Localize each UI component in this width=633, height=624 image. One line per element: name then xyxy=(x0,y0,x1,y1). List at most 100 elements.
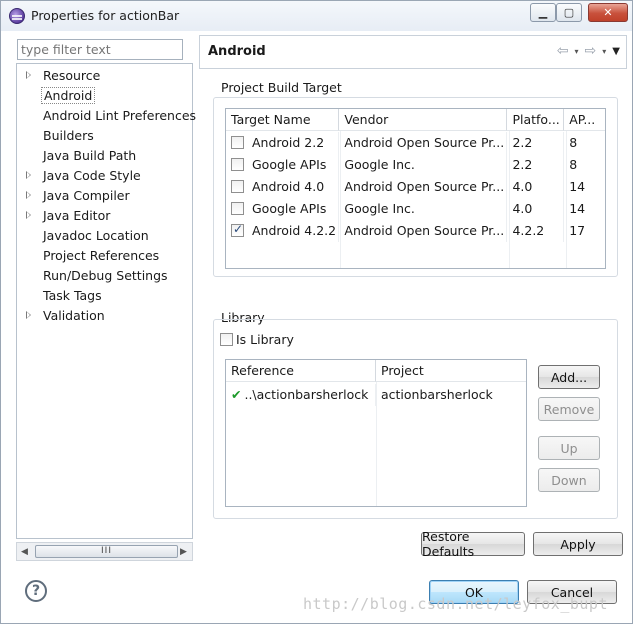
tree-item-label: Java Build Path xyxy=(43,148,137,163)
tree-item-java-compiler[interactable]: Java Compiler xyxy=(17,186,192,206)
expand-arrow-icon[interactable] xyxy=(26,71,31,79)
tree-item-label: Run/Debug Settings xyxy=(43,268,168,283)
column-header-project[interactable]: Project xyxy=(376,360,526,382)
tree-item-java-build-path[interactable]: Java Build Path xyxy=(17,146,192,166)
minimize-button[interactable]: ▁ xyxy=(530,3,556,22)
property-page-tree[interactable]: Resource Android Android Lint Preference… xyxy=(16,63,196,539)
project-cell: actionbarsherlock xyxy=(381,387,493,402)
table-row[interactable]: Android 4.0 Android Open Source Pr... 4.… xyxy=(226,176,605,198)
target-name: Android 4.0 xyxy=(252,179,325,194)
api-cell: 14 xyxy=(569,201,586,216)
close-button[interactable]: ✕ xyxy=(588,3,628,22)
tree-item-java-code-style[interactable]: Java Code Style xyxy=(17,166,192,186)
target-checkbox[interactable] xyxy=(231,158,244,171)
target-name: Google APIs xyxy=(252,157,327,172)
vendor-cell: Android Open Source Pr... xyxy=(339,220,508,242)
maximize-button[interactable]: ▢ xyxy=(556,3,582,22)
remove-library-button[interactable]: Remove xyxy=(538,397,600,421)
table-row[interactable]: Google APIs Google Inc. 2.2 8 xyxy=(226,154,605,176)
watermark-text: http://blog.csdn.net/leyfox_bupt xyxy=(303,595,608,613)
title-bar: Properties for actionBar ▁ ▢ ✕ xyxy=(1,1,632,31)
table-row[interactable]: Android 4.2.2 Android Open Source Pr... … xyxy=(226,220,605,242)
table-row[interactable]: Google APIs Google Inc. 4.0 14 xyxy=(226,198,605,220)
scrollbar-thumb[interactable]: III xyxy=(35,545,178,558)
tree-item-validation[interactable]: Validation xyxy=(17,306,192,326)
column-divider xyxy=(566,131,567,268)
add-library-button[interactable]: Add... xyxy=(538,365,600,389)
platform-cell: 4.0 xyxy=(507,198,565,220)
vendor-cell: Google Inc. xyxy=(339,154,508,176)
column-header-reference[interactable]: Reference xyxy=(226,360,376,382)
platform-cell: 2.2 xyxy=(507,154,565,176)
column-divider xyxy=(509,131,510,268)
eclipse-app-icon xyxy=(9,8,25,24)
is-library-option[interactable]: Is Library xyxy=(220,332,294,347)
page-header: Android ⇦ ▾ ⇨ ▾ ▼ xyxy=(199,35,627,69)
help-icon[interactable]: ? xyxy=(25,580,47,602)
target-checkbox[interactable] xyxy=(231,136,244,149)
target-name-cell: Android 4.2.2 xyxy=(226,220,340,242)
forward-arrow-icon[interactable]: ⇨ xyxy=(585,43,597,59)
column-divider xyxy=(340,131,341,268)
apply-button[interactable]: Apply xyxy=(533,532,623,556)
tree-item-project-references[interactable]: Project References xyxy=(17,246,192,266)
api-cell: 14 xyxy=(569,179,586,194)
is-library-checkbox[interactable] xyxy=(220,333,233,346)
target-name: Android 2.2 xyxy=(252,135,325,150)
tree-item-task-tags[interactable]: Task Tags xyxy=(17,286,192,306)
tree-item-android-lint-preferences[interactable]: Android Lint Preferences xyxy=(17,106,196,126)
target-name: Android 4.2.2 xyxy=(252,223,337,238)
api-cell: 8 xyxy=(569,157,578,172)
back-history-dropdown-icon[interactable]: ▾ xyxy=(575,47,579,56)
scroll-left-arrow-icon[interactable]: ◀ xyxy=(21,547,28,557)
tree-item-label: Android Lint Preferences xyxy=(43,108,197,123)
scroll-right-arrow-icon[interactable]: ▶ xyxy=(180,547,187,557)
platform-cell: 4.2.2 xyxy=(507,220,565,242)
properties-dialog: Properties for actionBar ▁ ▢ ✕ Resource … xyxy=(0,0,633,624)
vendor-cell: Android Open Source Pr... xyxy=(339,176,508,198)
view-menu-icon[interactable]: ▼ xyxy=(612,46,620,57)
target-name-cell: Android 4.0 xyxy=(226,176,340,198)
tree-item-java-editor[interactable]: Java Editor xyxy=(17,206,192,226)
column-divider xyxy=(376,382,377,506)
move-up-button[interactable]: Up xyxy=(538,436,600,460)
column-header-vendor[interactable]: Vendor xyxy=(339,109,508,131)
is-library-label: Is Library xyxy=(236,332,294,347)
expand-arrow-icon[interactable] xyxy=(26,171,31,179)
tree-item-label: Javadoc Location xyxy=(43,228,149,243)
tree-item-label: Project References xyxy=(43,248,160,263)
expand-arrow-icon[interactable] xyxy=(26,191,31,199)
table-row[interactable]: Android 2.2 Android Open Source Pr... 2.… xyxy=(226,132,605,154)
move-down-button[interactable]: Down xyxy=(538,468,600,492)
tree-horizontal-scrollbar[interactable]: ◀ III ▶ xyxy=(16,542,193,561)
reference-cell: ✔ ..\actionbarsherlock xyxy=(226,384,376,406)
checkmark-icon: ✔ xyxy=(231,387,242,402)
platform-cell: 4.0 xyxy=(507,176,565,198)
tree-item-resource[interactable]: Resource xyxy=(17,66,192,86)
api-cell: 17 xyxy=(569,223,586,238)
restore-defaults-button[interactable]: Restore Defaults xyxy=(421,529,525,559)
tree-item-run-debug-settings[interactable]: Run/Debug Settings xyxy=(17,266,192,286)
column-header-target-name[interactable]: Target Name xyxy=(226,109,340,131)
column-header-api[interactable]: AP... xyxy=(564,109,605,131)
expand-arrow-icon[interactable] xyxy=(26,311,31,319)
tree-item-android[interactable]: Android xyxy=(17,86,192,106)
tree-item-javadoc-location[interactable]: Javadoc Location xyxy=(17,226,192,246)
target-checkbox[interactable] xyxy=(231,202,244,215)
forward-history-dropdown-icon[interactable]: ▾ xyxy=(602,47,606,56)
back-arrow-icon[interactable]: ⇦ xyxy=(557,43,569,59)
column-header-platform[interactable]: Platfo... xyxy=(507,109,565,131)
table-header: Reference Project xyxy=(226,360,526,382)
target-checkbox[interactable] xyxy=(231,180,244,193)
library-reference-table[interactable]: Reference Project ✔ ..\actionbarsherlock … xyxy=(225,359,527,507)
target-name-cell: Android 2.2 xyxy=(226,132,340,154)
tree-item-label: Java Editor xyxy=(43,208,111,223)
build-target-group-label: Project Build Target xyxy=(221,80,342,95)
tree-item-label: Builders xyxy=(43,128,94,143)
tree-item-builders[interactable]: Builders xyxy=(17,126,192,146)
tree-item-label: Task Tags xyxy=(43,288,102,303)
filter-input[interactable] xyxy=(17,39,183,60)
target-checkbox-checked[interactable] xyxy=(231,222,244,237)
expand-arrow-icon[interactable] xyxy=(26,211,31,219)
build-target-table[interactable]: Target Name Vendor Platfo... AP... Andro… xyxy=(225,108,606,269)
